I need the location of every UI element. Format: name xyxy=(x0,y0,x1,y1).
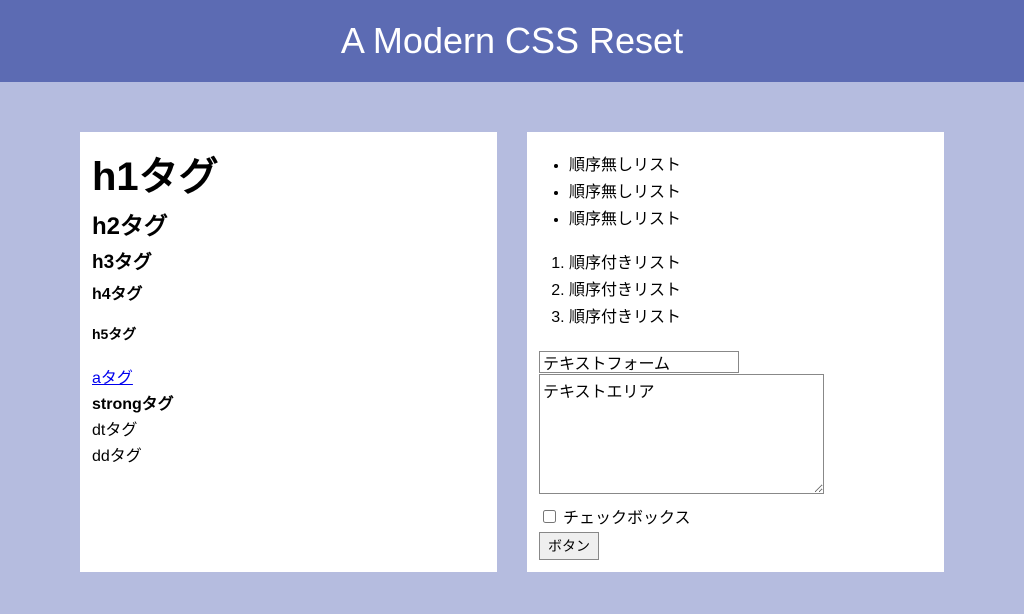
list-item: 順序無しリスト xyxy=(569,152,932,179)
text-input[interactable] xyxy=(539,351,739,373)
checkbox-row: チェックボックス xyxy=(539,504,932,528)
page-title: A Modern CSS Reset xyxy=(341,20,683,61)
checkbox-label: チェックボックス xyxy=(563,504,691,528)
page-header: A Modern CSS Reset xyxy=(0,0,1024,82)
h4-tag: h4タグ xyxy=(92,280,485,304)
checkbox-input[interactable] xyxy=(543,510,556,523)
h1-tag: h1タグ xyxy=(92,144,485,202)
anchor-tag[interactable]: aタグ xyxy=(92,364,133,388)
h2-tag: h2タグ xyxy=(92,206,485,241)
left-panel: h1タグ h2タグ h3タグ h4タグ h5タグ aタグ strongタグ dt… xyxy=(80,132,497,572)
strong-tag: strongタグ xyxy=(92,390,485,414)
list-item: 順序無しリスト xyxy=(569,179,932,206)
textarea[interactable] xyxy=(539,374,824,494)
h3-tag: h3タグ xyxy=(92,247,485,274)
dt-tag: dtタグ xyxy=(92,416,485,440)
submit-button[interactable]: ボタン xyxy=(539,532,599,560)
list-item: 順序付きリスト xyxy=(569,250,932,277)
h5-tag: h5タグ xyxy=(92,324,485,344)
list-item: 順序付きリスト xyxy=(569,304,932,331)
right-panel: 順序無しリスト 順序無しリスト 順序無しリスト 順序付きリスト 順序付きリスト … xyxy=(527,132,944,572)
dd-tag: ddタグ xyxy=(92,442,485,466)
main-container: h1タグ h2タグ h3タグ h4タグ h5タグ aタグ strongタグ dt… xyxy=(0,82,1024,572)
list-item: 順序無しリスト xyxy=(569,206,932,233)
list-item: 順序付きリスト xyxy=(569,277,932,304)
unordered-list: 順序無しリスト 順序無しリスト 順序無しリスト xyxy=(539,152,932,234)
ordered-list: 順序付きリスト 順序付きリスト 順序付きリスト xyxy=(539,250,932,332)
